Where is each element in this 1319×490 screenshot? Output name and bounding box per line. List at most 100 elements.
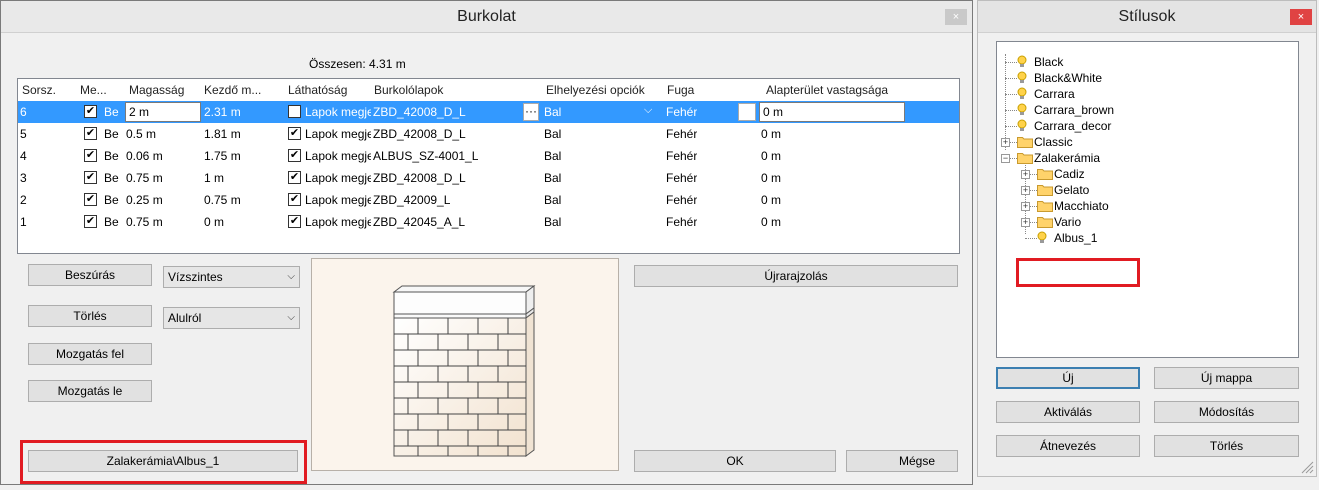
- table-row[interactable]: 4 ✔ Be 0.06 m 1.75 m ✔ Lapok megjel ALBUS_SZ-40…: [18, 145, 959, 167]
- browse-tile-button[interactable]: ···: [523, 103, 539, 121]
- tree-item-label[interactable]: Albus_1: [1054, 230, 1097, 246]
- resize-grip-icon[interactable]: [1300, 460, 1314, 474]
- row-number: 4: [20, 149, 27, 163]
- column-header[interactable]: Fuga: [667, 83, 727, 97]
- floor-thickness-value: 0 m: [761, 215, 782, 229]
- column-header[interactable]: Elhelyezési opciók: [546, 83, 666, 97]
- enabled-checkbox[interactable]: ✔: [84, 171, 97, 184]
- enabled-checkbox[interactable]: ✔: [84, 215, 97, 228]
- new-button[interactable]: Új: [996, 367, 1140, 389]
- redraw-button[interactable]: Újrarajzolás: [634, 265, 958, 287]
- table-row[interactable]: 3 ✔ Be 0.75 m 1 m ✔ Lapok megjel ZBD_42008_D_L B…: [18, 167, 959, 189]
- delete-button[interactable]: Törlés: [28, 305, 152, 327]
- new-folder-button[interactable]: Új mappa: [1154, 367, 1299, 389]
- chevron-down-icon[interactable]: ⌵: [644, 104, 652, 117]
- title-bar: Burkolat ×: [1, 1, 972, 33]
- table-row[interactable]: 1 ✔ Be 0.75 m 0 m ✔ Lapok megjel ZBD_42045_A_L B…: [18, 211, 959, 233]
- move-down-button[interactable]: Mozgatás le: [28, 380, 152, 402]
- floor-thickness-input[interactable]: 0 m: [759, 102, 905, 122]
- tree-guide-line: [1005, 78, 1017, 79]
- column-header[interactable]: Láthatóság: [288, 83, 368, 97]
- grout-value: Fehér: [666, 193, 698, 207]
- start-height-value: 0 m: [204, 215, 225, 229]
- visibility-checkbox[interactable]: ✔: [288, 215, 301, 228]
- ok-button[interactable]: OK: [634, 450, 836, 472]
- tree-guide-line: [1005, 110, 1017, 111]
- tile-name: ZBD_42009_L: [373, 193, 451, 207]
- cancel-button[interactable]: Mégse: [846, 450, 958, 472]
- table-header: Sorsz. Me... Magasság Kezdő m... Látható…: [18, 79, 959, 102]
- tree-item-label[interactable]: Carrara: [1034, 86, 1075, 102]
- chevron-down-icon: ⌵: [287, 271, 295, 282]
- lightbulb-icon: [1017, 87, 1027, 104]
- chevron-down-icon: ⌵: [287, 312, 295, 323]
- column-header[interactable]: Me...: [80, 83, 120, 97]
- move-up-button[interactable]: Mozgatás fel: [28, 343, 152, 365]
- origin-select[interactable]: Alulról ⌵: [163, 307, 300, 329]
- table-row[interactable]: 6 ✔ Be 2 m 2.31 m Lapok megjel ZBD_42008_D_L ··…: [18, 101, 959, 123]
- insert-button[interactable]: Beszúrás: [28, 264, 152, 286]
- delete-style-button[interactable]: Törlés: [1154, 435, 1299, 457]
- grout-value[interactable]: Fehér: [666, 105, 697, 119]
- activate-button[interactable]: Aktiválás: [996, 401, 1140, 423]
- floor-thickness-value: 0 m: [761, 127, 782, 141]
- tree-item-label[interactable]: Black&White: [1034, 70, 1102, 86]
- tree-item-label[interactable]: Black: [1034, 54, 1063, 70]
- height-input[interactable]: 2 m: [125, 102, 201, 122]
- tree-item-label[interactable]: Gelato: [1054, 182, 1089, 198]
- close-button[interactable]: ×: [1290, 9, 1312, 25]
- placement-value[interactable]: Bal: [544, 105, 561, 119]
- close-button[interactable]: ×: [945, 9, 967, 25]
- column-header[interactable]: Alapterület vastagsága: [766, 83, 926, 97]
- enabled-checkbox[interactable]: ✔: [84, 193, 97, 206]
- enabled-checkbox[interactable]: ✔: [84, 149, 97, 162]
- highlight-frame: [20, 440, 307, 484]
- tree-expander-icon[interactable]: −: [1001, 154, 1010, 163]
- visibility-checkbox[interactable]: [288, 105, 301, 118]
- tree-item-label[interactable]: Macchiato: [1054, 198, 1109, 214]
- tree-expander-icon[interactable]: +: [1021, 186, 1030, 195]
- grout-color-swatch[interactable]: [738, 103, 756, 121]
- tree-item-label[interactable]: Vario: [1054, 214, 1081, 230]
- placement-value: Bal: [544, 127, 562, 141]
- height-value: 0.75 m: [126, 171, 163, 185]
- lightbulb-icon: [1037, 231, 1047, 248]
- visibility-checkbox[interactable]: ✔: [288, 193, 301, 206]
- tree-item-label[interactable]: Carrara_decor: [1034, 118, 1111, 134]
- enabled-checkbox[interactable]: ✔: [84, 105, 97, 118]
- column-header[interactable]: Burkolólapok: [374, 83, 514, 97]
- visibility-checkbox[interactable]: ✔: [288, 171, 301, 184]
- column-header[interactable]: Magasság: [129, 83, 199, 97]
- tree-item-label[interactable]: Zalakerámia: [1034, 150, 1100, 166]
- tree-expander-icon[interactable]: +: [1001, 138, 1010, 147]
- visibility-checkbox[interactable]: ✔: [288, 127, 301, 140]
- tree-item-label[interactable]: Cadiz: [1054, 166, 1085, 182]
- tile-name: ALBUS_SZ-4001_L: [373, 149, 479, 163]
- column-header[interactable]: Sorsz.: [22, 83, 56, 97]
- column-header[interactable]: Kezdő m...: [204, 83, 270, 97]
- tree-expander-icon[interactable]: +: [1021, 170, 1030, 179]
- enabled-label: Be: [104, 215, 119, 229]
- modify-button[interactable]: Módosítás: [1154, 401, 1299, 423]
- rename-button[interactable]: Átnevezés: [996, 435, 1140, 457]
- start-height-value: 1.75 m: [204, 149, 241, 163]
- floor-thickness-value: 0 m: [761, 193, 782, 207]
- direction-select[interactable]: Vízszintes ⌵: [163, 266, 300, 288]
- table-row[interactable]: 2 ✔ Be 0.25 m 0.75 m ✔ Lapok megjel ZBD_42009_L…: [18, 189, 959, 211]
- visibility-checkbox[interactable]: ✔: [288, 149, 301, 162]
- tile-preview-image: [392, 285, 536, 457]
- start-height-value: 2.31 m: [204, 105, 241, 119]
- placement-value: Bal: [544, 149, 562, 163]
- folder-icon: [1037, 167, 1053, 183]
- layers-table: Sorsz. Me... Magasság Kezdő m... Látható…: [17, 78, 960, 254]
- enabled-checkbox[interactable]: ✔: [84, 127, 97, 140]
- tree-expander-icon[interactable]: +: [1021, 202, 1030, 211]
- tree-item-label[interactable]: Classic: [1034, 134, 1073, 150]
- placement-value: Bal: [544, 193, 562, 207]
- tree-item-label[interactable]: Carrara_brown: [1034, 102, 1114, 118]
- table-row[interactable]: 5 ✔ Be 0.5 m 1.81 m ✔ Lapok megjel ZBD_42008_D_…: [18, 123, 959, 145]
- visibility-label: Lapok megjel: [305, 215, 371, 229]
- tree-expander-icon[interactable]: +: [1021, 218, 1030, 227]
- row-number: 6: [20, 105, 27, 119]
- tree-guide-line: [1005, 94, 1017, 95]
